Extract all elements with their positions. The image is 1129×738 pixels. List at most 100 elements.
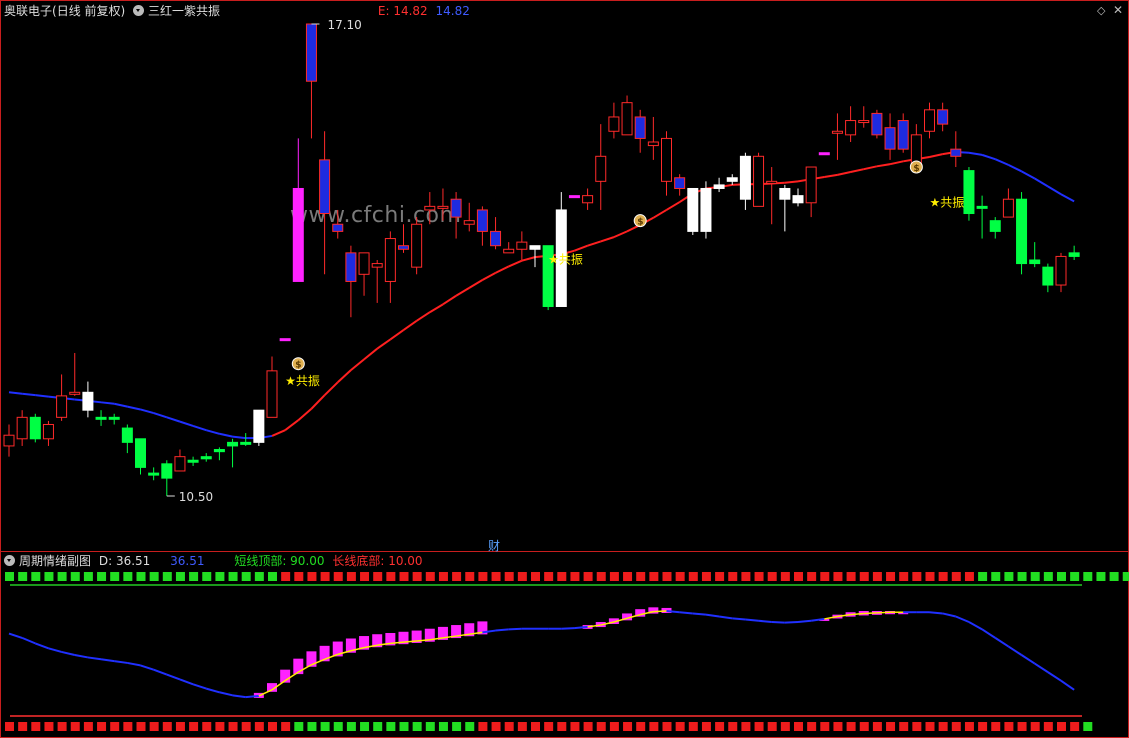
bottom-signal-square — [938, 722, 948, 731]
top-signal-square — [833, 572, 843, 581]
moving-average-segment — [455, 287, 470, 297]
top-signal-square — [794, 572, 803, 581]
moving-average-segment — [350, 358, 365, 371]
candle-body — [608, 116, 620, 132]
top-signal-square — [596, 572, 606, 581]
top-signal-square — [846, 572, 856, 581]
top-signal-square — [346, 572, 356, 581]
candle-body — [858, 120, 870, 124]
bottom-signal-square — [136, 722, 146, 731]
candlestick-chart[interactable]: 17.10 10.50 ★共振 ★共振 ★共振 $ $ $ — [0, 0, 1129, 738]
candle-body — [661, 137, 672, 182]
candle-body — [450, 198, 462, 218]
top-signal-square — [425, 572, 435, 581]
candle-body — [358, 252, 370, 275]
top-signal-square — [649, 572, 659, 581]
bottom-signal-square — [649, 722, 659, 731]
bottom-signal-square — [794, 722, 803, 731]
sentiment-line-segment — [1007, 645, 1023, 656]
moving-average-segment — [495, 265, 510, 274]
bottom-signal-square — [715, 722, 725, 731]
bottom-signal-square — [741, 722, 751, 731]
top-signal-square — [307, 572, 317, 581]
candle-body — [582, 195, 594, 204]
top-signal-square — [268, 572, 277, 581]
candle-body — [831, 130, 843, 134]
bottom-signal-square — [360, 722, 370, 731]
candle-body — [266, 370, 278, 418]
top-signal-square — [1109, 572, 1119, 581]
candle-body — [779, 187, 791, 200]
top-signal-square — [149, 572, 159, 581]
bottom-signal-square — [281, 722, 291, 731]
top-signal-square — [438, 572, 448, 581]
bottom-signal-square — [438, 722, 448, 731]
bottom-signal-square — [399, 722, 409, 731]
top-signal-square — [215, 572, 225, 581]
high-price-label: 17.10 — [327, 18, 361, 32]
candle-body — [503, 248, 515, 254]
sentiment-line-segment — [863, 612, 877, 615]
moving-average-segment — [376, 338, 391, 350]
sentiment-line-segment — [771, 621, 785, 624]
moving-average-segment — [863, 165, 878, 171]
sentiment-line-segment — [797, 619, 812, 623]
candle-body — [621, 102, 633, 136]
candle-body — [818, 152, 830, 156]
top-signal-square — [294, 572, 304, 581]
bottom-signal-square — [912, 722, 922, 731]
bottom-signal-square — [609, 722, 619, 731]
moving-average-segment — [416, 311, 431, 322]
moving-average-segment — [219, 432, 233, 438]
candle-body — [937, 109, 949, 125]
bottom-signal-square — [833, 722, 843, 731]
candle-body — [227, 441, 239, 447]
sentiment-line-segment — [74, 654, 89, 659]
top-signal-square — [688, 572, 698, 581]
top-signal-square — [57, 572, 67, 581]
candle-body — [29, 416, 41, 440]
top-signal-square — [18, 572, 28, 581]
sentiment-line-segment — [179, 678, 194, 686]
bottom-signal-square — [517, 722, 527, 731]
top-signal-square — [5, 572, 14, 581]
sentiment-line-segment — [8, 632, 23, 639]
bottom-signal-square — [228, 722, 238, 731]
sentiment-line-segment — [718, 615, 733, 620]
candle-body — [161, 463, 173, 479]
top-signal-square — [886, 572, 896, 581]
top-signal-square — [241, 572, 251, 581]
bottom-signal-square — [557, 722, 567, 731]
top-signal-square — [609, 572, 619, 581]
bottom-signal-square — [846, 722, 856, 731]
top-signal-square — [136, 572, 146, 581]
top-signal-square — [333, 572, 343, 581]
moving-average-segment — [271, 429, 286, 437]
candle-body — [700, 187, 712, 232]
candle-body — [476, 209, 488, 232]
top-signal-square — [123, 572, 133, 581]
sentiment-line-segment — [1060, 679, 1075, 691]
bottom-signal-square — [754, 722, 764, 731]
bottom-signal-square — [570, 722, 580, 731]
top-signal-square — [281, 572, 291, 581]
candle-body — [871, 112, 883, 136]
candle-body — [424, 205, 436, 211]
bottom-signal-square — [504, 722, 514, 731]
top-signal-square — [767, 572, 777, 581]
top-signal-square — [1030, 572, 1040, 581]
candle-body — [56, 395, 68, 418]
moving-average-segment — [297, 407, 313, 421]
sentiment-line-segment — [732, 617, 746, 621]
moving-average-segment — [127, 405, 141, 411]
sentiment-line-segment — [100, 658, 115, 663]
sentiment-line-segment — [968, 621, 983, 631]
sentiment-line-segment — [692, 612, 707, 616]
candle-body — [135, 438, 146, 468]
bottom-signal-square — [1004, 722, 1014, 731]
bottom-signal-square — [83, 722, 93, 731]
candle-body — [687, 187, 699, 232]
top-signal-square — [189, 572, 199, 581]
moving-average-segment — [363, 347, 378, 361]
bottom-signal-square — [1057, 722, 1066, 731]
